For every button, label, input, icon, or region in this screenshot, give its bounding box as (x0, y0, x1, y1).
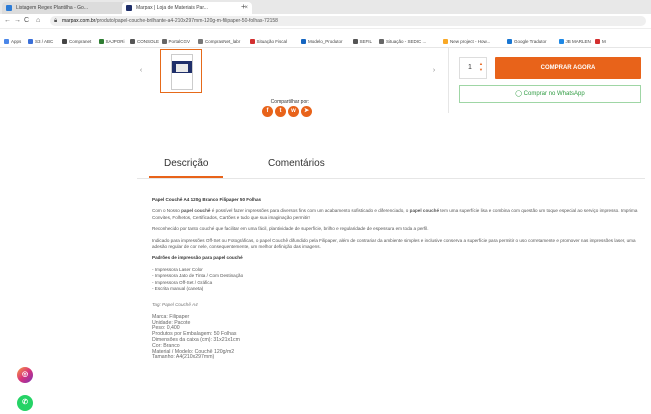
bookmark-icon (352, 39, 358, 44)
quantity-stepper[interactable]: 1 ▲ ▼ (459, 57, 487, 79)
bookmark-item[interactable]: CONSOLE (130, 37, 159, 46)
product-tabs: Descrição Comentários (137, 154, 645, 179)
whatsapp-buy-button[interactable]: ◯ Comprar no WhatsApp (459, 85, 641, 103)
bookmark-icon (98, 39, 104, 44)
buy-now-button[interactable]: COMPRAR AGORA (495, 57, 641, 79)
description-subheading: Padrões de impressão para papel couché (152, 255, 243, 261)
divider (448, 47, 449, 113)
bookmark-item[interactable]: S3 / ABC (28, 37, 53, 46)
whatsapp-buy-label: Comprar no WhatsApp (523, 91, 585, 97)
bookmark-item[interactable]: SAJPORi (98, 37, 125, 46)
gallery-prev-icon[interactable]: ‹ (137, 67, 145, 75)
address-bar[interactable]: 🔒︎ marpax.com.br/produto/papel-couche-br… (50, 16, 646, 26)
back-icon[interactable]: ← (4, 16, 11, 26)
description-paragraph: Indicado para impressões Off-Set ou Foto… (152, 237, 636, 250)
bookmark-icon (379, 39, 384, 44)
bookmark-label: S3 / ABC (35, 39, 54, 44)
bookmark-label: M (602, 39, 606, 44)
bookmark-label: ComprasNet_labr (205, 39, 241, 44)
whatsapp-float-icon[interactable]: ✆ (17, 395, 33, 411)
bookmark-label: Apps (11, 39, 22, 44)
bookmark-item[interactable]: Modelo_Produtor (301, 37, 343, 46)
bookmark-icon (198, 39, 203, 44)
whatsapp-share-icon[interactable]: w (288, 106, 299, 117)
description-title: Papel Couchê A4 120g Branco Filipaper 50… (152, 197, 262, 202)
bookmark-item[interactable]: M (595, 37, 606, 46)
list-item: - Escrita manual (caneta) (152, 286, 204, 292)
bookmark-icon (249, 39, 255, 44)
browser-tab[interactable]: Listagem Regex Plantilha - Go... × (2, 2, 134, 14)
quantity-value: 1 (468, 64, 472, 71)
bookmark-item[interactable]: Compranet (62, 37, 91, 46)
facebook-icon[interactable]: f (262, 106, 273, 117)
product-specs: Marca: Filipaper Unidade: Pacote Peso: 0… (152, 314, 642, 361)
bookmark-icon (4, 39, 9, 44)
instagram-icon[interactable]: ◎ (17, 367, 33, 383)
description-content: Papel Couchê A4 120g Branco Filipaper 50… (152, 197, 642, 361)
url-domain: marpax.com.br (62, 18, 96, 24)
share-label: Compartilhar por: (270, 99, 310, 105)
whatsapp-icon: ◯ (515, 91, 524, 97)
product-tag: Tag: Papel Couchê A4 (152, 302, 198, 308)
new-tab-button[interactable]: + (241, 2, 246, 12)
browser-tab-bar: Listagem Regex Plantilha - Go... × Marpa… (0, 0, 651, 14)
bookmark-item[interactable]: Situação Fiscal (249, 37, 288, 46)
bookmark-item[interactable]: JB MARLEN (558, 37, 591, 46)
bookmark-item[interactable]: Situação - SEDIC ... (379, 37, 426, 46)
bookmark-label: Modelo_Produtor (308, 39, 343, 44)
description-paragraph: Reconhecido por tanto couché que facilit… (152, 226, 429, 232)
bookmark-label: Google Tradutor (514, 39, 547, 44)
bookmark-icon (558, 39, 564, 44)
bookmark-label: Situação - SEDIC ... (386, 39, 427, 44)
tab-title: Listagem Regex Plantilha - Go... (16, 5, 88, 11)
bookmark-label: SAJPORi (105, 39, 125, 44)
bookmark-label: Situação Fiscal (256, 39, 288, 44)
share-icons: f t w ➤ (262, 106, 322, 118)
lock-icon: 🔒︎ (54, 18, 58, 24)
bookmark-icon (130, 39, 135, 44)
bookmark-icon (28, 39, 33, 44)
product-thumbnail[interactable] (160, 49, 202, 93)
tab-comments[interactable]: Comentários (268, 158, 325, 169)
bookmark-item[interactable]: Google Tradutor (507, 37, 547, 46)
gallery-next-icon[interactable]: › (430, 67, 438, 75)
site-favicon-icon (126, 5, 132, 11)
url-path: /produto/papel-couche-brilhante-a4-210x2… (95, 18, 278, 24)
bookmark-label: PortalCGV (168, 39, 191, 44)
bookmark-item[interactable]: ComprasNet_labr (198, 37, 240, 46)
bookmark-item[interactable]: New project - How... (443, 37, 490, 46)
print-list: - Impressora Laser Color - Impressora Ja… (152, 267, 642, 293)
product-page: ‹ › Compartilhar por: f t w ➤ 1 ▲ ▼ COMPR… (0, 47, 651, 414)
bookmark-item[interactable]: SEFIL (352, 37, 373, 46)
bookmark-icon (301, 39, 306, 44)
browser-toolbar: ← → C ⌂ 🔒︎ marpax.com.br/produto/papel-c… (0, 14, 651, 29)
reload-icon[interactable]: C (24, 16, 29, 26)
stepper-arrows-icon[interactable]: ▲ ▼ (479, 61, 483, 73)
forward-icon[interactable]: → (14, 16, 21, 26)
bookmark-icon (161, 39, 167, 44)
product-image (171, 54, 193, 90)
bookmark-icon (62, 39, 67, 44)
bookmark-icon (443, 39, 448, 44)
bookmark-icon (595, 39, 600, 44)
description-paragraph: Com o Nosso papel couchê é possível faze… (152, 208, 638, 220)
bookmark-label: JB MARLEN (565, 39, 591, 44)
tab-title: Marpax | Loja de Materiais Par... (136, 5, 208, 11)
active-tab-indicator (149, 176, 223, 178)
twitter-icon[interactable]: t (275, 106, 286, 117)
bookmark-icon (507, 39, 512, 44)
bookmark-label: CONSOLE (137, 39, 160, 44)
telegram-icon[interactable]: ➤ (301, 106, 312, 117)
tab-description[interactable]: Descrição (164, 158, 208, 169)
bookmark-item[interactable]: PortalCGV (161, 37, 191, 46)
bookmark-label: Compranet (69, 39, 92, 44)
bookmark-item[interactable]: Apps (4, 37, 21, 46)
home-icon[interactable]: ⌂ (36, 16, 40, 26)
sheets-favicon-icon (6, 5, 12, 11)
spec-line: Tamanho: A4(210x297mm) (152, 354, 215, 361)
bookmark-label: SEFIL (359, 39, 373, 44)
browser-tab-active[interactable]: Marpax | Loja de Materiais Par... × (122, 2, 252, 14)
bookmark-label: New project - How... (450, 39, 491, 44)
